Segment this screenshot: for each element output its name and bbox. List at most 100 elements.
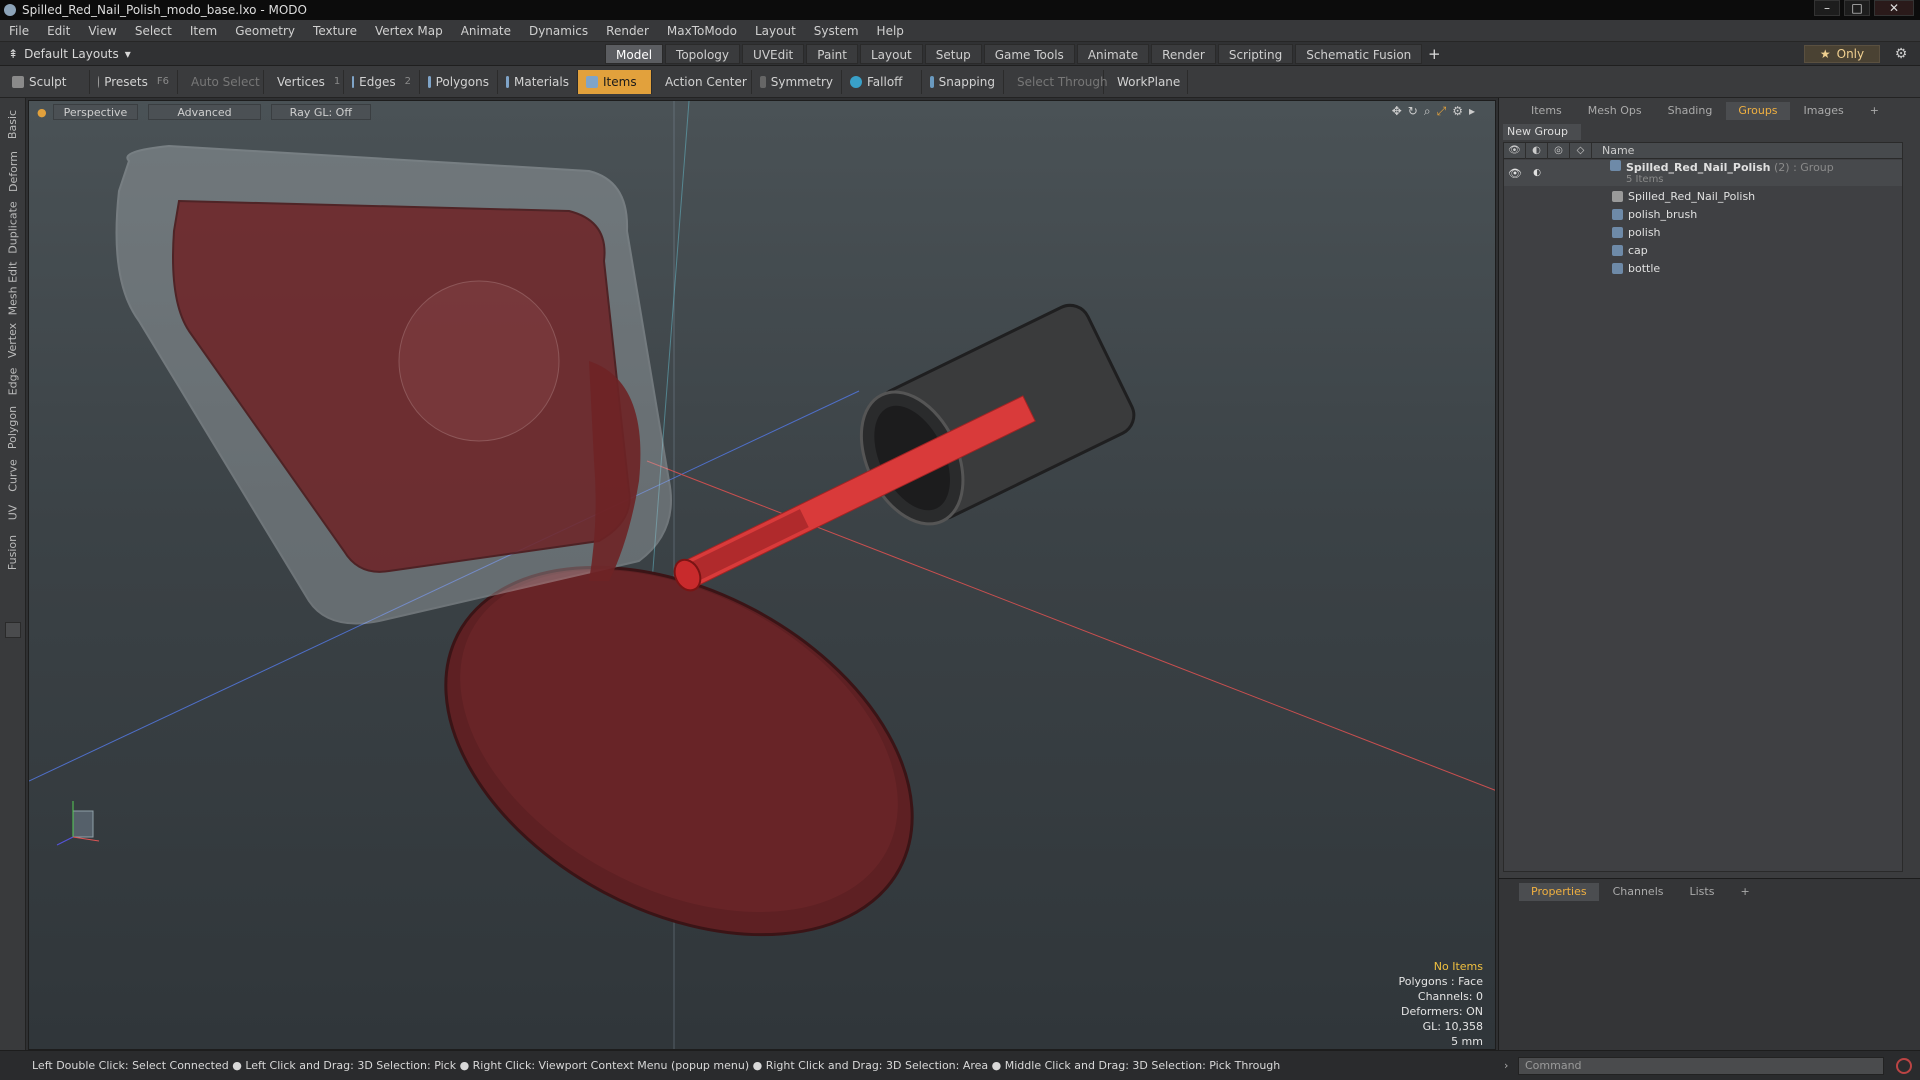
- tab-properties[interactable]: Properties: [1519, 883, 1599, 901]
- list-item[interactable]: polish_brush: [1504, 205, 1902, 223]
- tab-items[interactable]: Items: [1519, 102, 1574, 120]
- layout-bar: ⇞ Default Layouts ▾ Model Topology UVEdi…: [0, 42, 1920, 66]
- eye-icon[interactable]: 👁: [1504, 167, 1526, 180]
- tab-animate[interactable]: Animate: [1076, 44, 1150, 64]
- tab-paint[interactable]: Paint: [806, 44, 858, 64]
- tab-layout[interactable]: Layout: [859, 44, 923, 64]
- menu-render[interactable]: Render: [597, 24, 658, 38]
- vertices-button[interactable]: Vertices 1: [264, 69, 344, 94]
- falloff-button[interactable]: Falloff: [842, 69, 922, 94]
- panel-tabs: Items Mesh Ops Shading Groups Images +: [1499, 102, 1920, 120]
- menu-help[interactable]: Help: [868, 24, 913, 38]
- tab-mesh-ops[interactable]: Mesh Ops: [1576, 102, 1654, 120]
- tab-fusion[interactable]: Fusion: [0, 530, 26, 574]
- action-center-button[interactable]: Action Center: [652, 69, 752, 94]
- auto-select-button[interactable]: Auto Select: [178, 69, 264, 94]
- menu-maxtomodo[interactable]: MaxToModo: [658, 24, 746, 38]
- list-item[interactable]: polish: [1504, 223, 1902, 241]
- menu-file[interactable]: File: [0, 24, 38, 38]
- sculpt-brush-icon: [12, 75, 24, 88]
- snapping-button[interactable]: Snapping: [922, 69, 1004, 94]
- tab-edge[interactable]: Edge: [0, 364, 26, 398]
- add-tab-icon[interactable]: +: [1424, 44, 1444, 64]
- symmetry-button[interactable]: Symmetry: [752, 69, 842, 94]
- layout-selector[interactable]: ⇞ Default Layouts ▾: [0, 47, 200, 61]
- group-row[interactable]: 👁 ◐ Spilled_Red_Nail_Polish (2) : Group …: [1504, 160, 1902, 186]
- render-col-icon[interactable]: ◐: [1526, 142, 1548, 159]
- add-panel-tab-icon[interactable]: +: [1858, 102, 1891, 120]
- tab-vertex[interactable]: Vertex: [0, 320, 26, 360]
- menu-view[interactable]: View: [79, 24, 125, 38]
- only-button[interactable]: ★ Only: [1804, 45, 1880, 63]
- new-group-button[interactable]: New Group: [1503, 124, 1581, 140]
- maximize-button[interactable]: □: [1844, 0, 1870, 16]
- menu-select[interactable]: Select: [126, 24, 181, 38]
- edges-label: Edges: [359, 74, 396, 89]
- select-col-icon[interactable]: ◇: [1570, 142, 1592, 159]
- item-label: cap: [1628, 243, 1648, 257]
- action-center-label: Action Center: [665, 74, 747, 89]
- menu-item[interactable]: Item: [181, 24, 226, 38]
- presets-button[interactable]: Presets F6: [90, 69, 178, 94]
- group-type: : Group: [1793, 161, 1834, 174]
- edges-button[interactable]: Edges 2: [344, 69, 420, 94]
- close-button[interactable]: ✕: [1874, 0, 1914, 16]
- tab-channels[interactable]: Channels: [1601, 883, 1676, 901]
- tab-polygon[interactable]: Polygon: [0, 402, 26, 452]
- menu-layout[interactable]: Layout: [746, 24, 805, 38]
- minimize-button[interactable]: –: [1814, 0, 1840, 16]
- tab-scripting[interactable]: Scripting: [1217, 44, 1294, 64]
- tab-duplicate[interactable]: Duplicate: [0, 198, 26, 256]
- tab-topology[interactable]: Topology: [665, 44, 741, 64]
- tab-uv[interactable]: UV: [0, 498, 26, 526]
- render-toggle-icon[interactable]: ◐: [1526, 168, 1548, 178]
- 3d-viewport[interactable]: ● Perspective Advanced Ray GL: Off ✥ ↻ ⌕…: [28, 100, 1496, 1050]
- edges-shortcut: 2: [404, 76, 411, 87]
- menu-edit[interactable]: Edit: [38, 24, 79, 38]
- tab-deform[interactable]: Deform: [0, 148, 26, 194]
- visibility-col-icon[interactable]: 👁: [1504, 142, 1526, 159]
- tab-model[interactable]: Model: [605, 44, 664, 64]
- lock-col-icon[interactable]: ◎: [1548, 142, 1570, 159]
- items-button[interactable]: Items: [578, 69, 652, 94]
- list-item[interactable]: Spilled_Red_Nail_Polish: [1504, 187, 1902, 205]
- tab-lists[interactable]: Lists: [1678, 883, 1727, 901]
- items-icon: [586, 75, 598, 88]
- tab-curve[interactable]: Curve: [0, 456, 26, 494]
- materials-button[interactable]: Materials: [498, 69, 578, 94]
- sculpt-button[interactable]: Sculpt: [4, 69, 90, 94]
- tab-shading[interactable]: Shading: [1656, 102, 1725, 120]
- tab-images[interactable]: Images: [1792, 102, 1856, 120]
- locator-icon: [1612, 190, 1623, 202]
- menu-system[interactable]: System: [805, 24, 868, 38]
- menu-dynamics[interactable]: Dynamics: [520, 24, 597, 38]
- polygons-icon: [428, 75, 431, 88]
- tab-schematic-fusion[interactable]: Schematic Fusion: [1295, 44, 1423, 64]
- info-gl: GL: 10,358: [1422, 1020, 1483, 1033]
- select-through-button[interactable]: Select Through: [1004, 69, 1108, 94]
- menu-texture[interactable]: Texture: [304, 24, 366, 38]
- main-toolbar: Sculpt Presets F6 Auto Select Vertices 1…: [0, 66, 1920, 98]
- title-bar: Spilled_Red_Nail_Polish_modo_base.lxo - …: [0, 0, 1920, 20]
- tab-groups[interactable]: Groups: [1726, 102, 1790, 120]
- name-col-header[interactable]: Name: [1592, 144, 1634, 157]
- list-item[interactable]: bottle: [1504, 259, 1902, 277]
- list-item[interactable]: cap: [1504, 241, 1902, 259]
- info-deformers: Deformers: ON: [1401, 1005, 1483, 1018]
- tab-uvedit[interactable]: UVEdit: [742, 44, 805, 64]
- gear-icon[interactable]: ⚙: [1892, 45, 1910, 63]
- add-properties-tab-icon[interactable]: +: [1728, 883, 1761, 901]
- tab-mesh-edit[interactable]: Mesh Edit: [0, 260, 26, 316]
- menu-geometry[interactable]: Geometry: [226, 24, 304, 38]
- menu-vertex-map[interactable]: Vertex Map: [366, 24, 452, 38]
- stop-icon[interactable]: [1896, 1058, 1912, 1074]
- polygons-button[interactable]: Polygons: [420, 69, 498, 94]
- menu-animate[interactable]: Animate: [452, 24, 520, 38]
- tab-basic[interactable]: Basic: [0, 104, 26, 144]
- tab-game-tools[interactable]: Game Tools: [983, 44, 1075, 64]
- expand-tools-button[interactable]: [5, 622, 21, 638]
- command-input[interactable]: Command: [1518, 1057, 1884, 1075]
- tab-render[interactable]: Render: [1151, 44, 1216, 64]
- tab-setup[interactable]: Setup: [924, 44, 982, 64]
- workplane-button[interactable]: WorkPlane: [1104, 69, 1188, 94]
